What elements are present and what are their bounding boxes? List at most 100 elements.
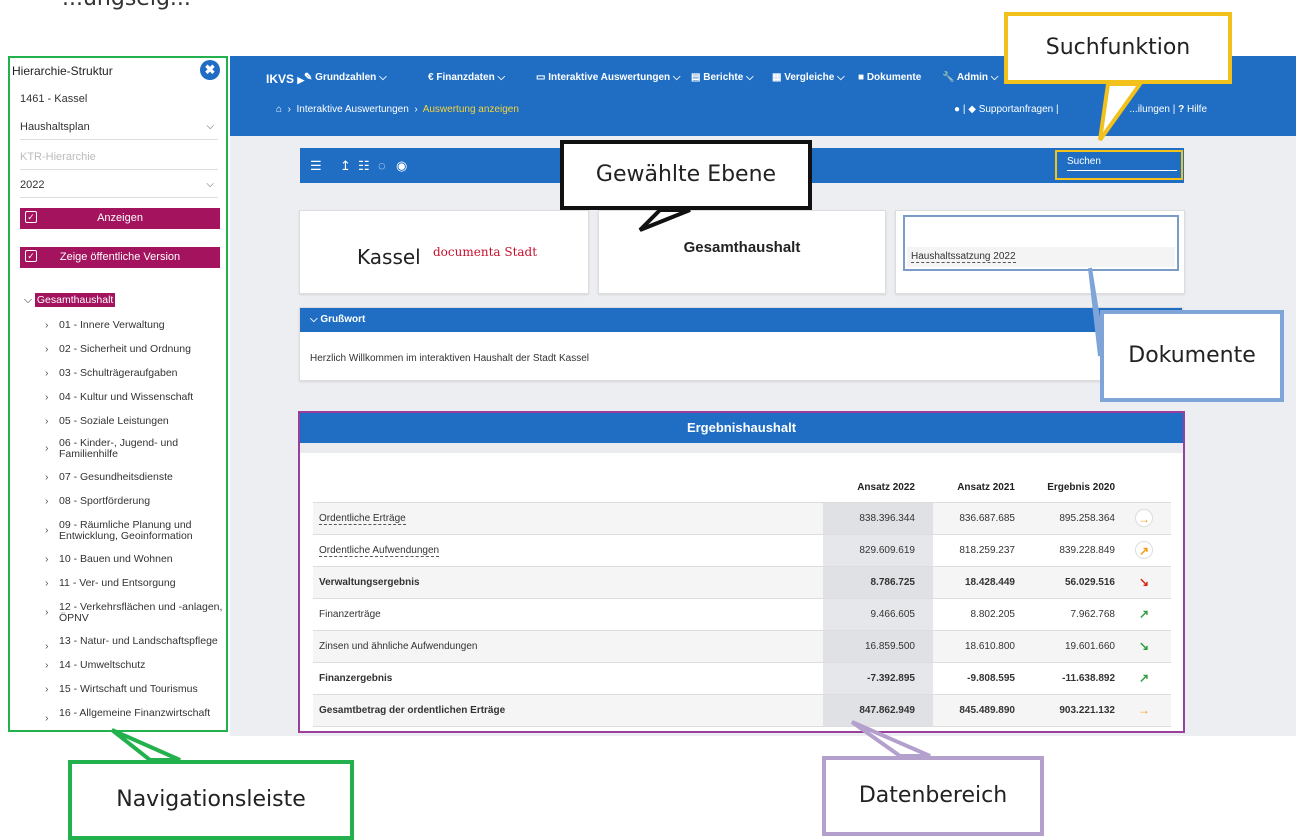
chevron-right-icon: › (45, 367, 49, 379)
value-ansatz-2022: 16.859.500 (823, 630, 933, 663)
help-icon: ? (1178, 104, 1185, 115)
value-ansatz-2021: 836.687.685 (933, 502, 1033, 535)
support-link[interactable]: Supportanfragen (979, 104, 1054, 115)
search-input[interactable]: Suchen (1067, 156, 1177, 171)
trend-cell: → (1133, 502, 1171, 535)
year-select[interactable]: 2022 ⌵ (20, 172, 218, 198)
list-icon[interactable]: ☷ (358, 158, 370, 174)
chevron-right-icon: › (45, 683, 49, 695)
trend-arrow-icon[interactable]: ↗ (1135, 541, 1153, 559)
chevron-right-icon: › (45, 577, 49, 589)
close-icon[interactable]: ✖ (200, 60, 220, 80)
table-row: Finanzerträge 9.466.605 8.802.205 7.962.768… (313, 598, 1171, 631)
header-links: ● | ◆ Supportanfragen | ...ilungen | ? H… (954, 104, 1208, 115)
value-ergebnis-2020: 7.962.768 (1033, 598, 1133, 631)
menu-vergleiche[interactable]: ▦ Vergleiche ⌵ (772, 72, 845, 83)
search-box[interactable]: Suchen (1055, 150, 1183, 180)
tree-root[interactable]: ⌵ Gesamthaushalt (24, 293, 116, 307)
city-card: Kassel documenta Stadt (299, 210, 589, 294)
chevron-down-icon: ⌵ (310, 314, 321, 325)
show-button[interactable]: ✓ Anzeigen (20, 208, 220, 229)
ktr-hierarchy-input[interactable]: KTR-Hierarchie (20, 144, 218, 170)
row-label: Zinsen und ähnliche Aufwendungen (313, 630, 823, 663)
trend-cell: ↘ (1133, 630, 1171, 663)
value-ansatz-2021: 18.610.800 (933, 630, 1033, 663)
plan-select[interactable]: Haushaltsplan ⌵ (20, 114, 218, 140)
value-ansatz-2021: -9.808.595 (933, 662, 1033, 695)
chevron-down-icon: ⌵ (24, 294, 35, 306)
menu-berichte[interactable]: ▤ Berichte ⌵ (691, 72, 754, 83)
results-panel: Ergebnishaushalt Ansatz 2022 Ansatz 2021… (298, 411, 1185, 733)
folder-icon: ■ (858, 72, 867, 83)
table-row: Finanzergebnis -7.392.895 -9.808.595 -11.63… (313, 662, 1171, 695)
trend-cell: ↗ (1133, 534, 1171, 567)
table-row: Gesamtbetrag der ordentlichen Erträge 847… (313, 694, 1171, 727)
tree-item-label: 13 - Natur- und Landschaftspflege (59, 635, 218, 647)
table-icon: ▦ (772, 72, 785, 83)
table-header-row: Ansatz 2022 Ansatz 2021 Ergebnis 2020 (313, 474, 1171, 503)
selected-level: Gesamthaushalt (683, 239, 801, 256)
documents-box: Haushaltssatzung 2022 (903, 215, 1179, 271)
nav-title: Hierarchie-Struktur (12, 64, 113, 78)
help-link[interactable]: Hilfe (1187, 104, 1207, 115)
breadcrumb-auswertungen[interactable]: Interaktive Auswertungen (297, 104, 409, 115)
row-label[interactable]: Ordentliche Erträge (313, 502, 823, 535)
menu-dokumente[interactable]: ■ Dokumente (858, 72, 921, 83)
row-label[interactable]: Ordentliche Aufwendungen (313, 534, 823, 567)
row-label: Finanzerträge (313, 598, 823, 631)
tree-item-label: 02 - Sicherheit und Ordnung (59, 343, 191, 355)
city-tagline: documenta Stadt (433, 245, 538, 259)
row-label: Verwaltungsergebnis (313, 566, 823, 599)
callout-search: Suchfunktion (1004, 12, 1232, 84)
value-ergebnis-2020: 903.221.132 (1033, 694, 1133, 727)
value-ergebnis-2020: 839.228.849 (1033, 534, 1133, 567)
app-logo[interactable]: IKVS ▶ (266, 72, 304, 86)
menu-icon[interactable]: ☰ (310, 158, 322, 174)
chevron-right-icon: › (45, 442, 49, 454)
tree-item-label: 01 - Innere Verwaltung (59, 319, 165, 331)
menu-grundzahlen[interactable]: ✎ Grundzahlen ⌵ (304, 72, 387, 83)
table-header-col: Ansatz 2022 (823, 474, 933, 503)
public-version-button[interactable]: ✓ Zeige öffentliche Version (20, 247, 220, 268)
document-link[interactable]: Haushaltssatzung 2022 (907, 247, 1175, 267)
value-ansatz-2021: 818.259.237 (933, 534, 1033, 567)
trend-arrow-icon[interactable]: → (1135, 509, 1153, 527)
table-row[interactable]: Ordentliche Erträge 838.396.344 836.687.68… (313, 502, 1171, 535)
monitor-icon: ▭ (536, 72, 549, 83)
chevron-right-icon: › (45, 606, 49, 618)
eye-icon[interactable]: ◉ (396, 158, 407, 174)
trend-arrow-icon: → (1138, 703, 1150, 717)
trend-arrow-icon: ↘ (1138, 575, 1150, 589)
chevron-right-icon: › (45, 712, 49, 724)
checkbox-icon: ✓ (25, 211, 37, 223)
level-up-icon[interactable]: ↥ (340, 158, 351, 174)
results-table: Ansatz 2022 Ansatz 2021 Ergebnis 2020 Or… (313, 474, 1171, 727)
comment-icon[interactable]: ● (954, 104, 960, 115)
edit-icon: ✎ (304, 72, 316, 83)
table-row[interactable]: Ordentliche Aufwendungen 829.609.619 818.2… (313, 534, 1171, 567)
menu-admin[interactable]: 🔧 Admin ⌵ (942, 72, 998, 83)
chevron-right-icon: › (45, 524, 49, 536)
table-header-trend (1133, 474, 1171, 503)
comments-icon[interactable]: ◌ (378, 158, 386, 173)
chevron-right-icon: › (45, 495, 49, 507)
value-ansatz-2022: 847.862.949 (823, 694, 933, 727)
menu-finanzdaten[interactable]: € Finanzdaten ⌵ (428, 72, 505, 83)
trend-cell: ↗ (1133, 662, 1171, 695)
document-icon: ▤ (691, 72, 704, 83)
value-ansatz-2022: -7.392.895 (823, 662, 933, 695)
chevron-right-icon: › (45, 415, 49, 427)
trend-cell: ↗ (1133, 598, 1171, 631)
chevron-right-icon: › (45, 553, 49, 565)
callout-documents: Dokumente (1100, 310, 1284, 402)
value-ansatz-2021: 845.489.890 (933, 694, 1033, 727)
greeting-header[interactable]: ⌵ Grußwort (300, 308, 1182, 332)
menu-interaktive-auswertungen[interactable]: ▭ Interaktive Auswertungen ⌵ (536, 72, 680, 83)
home-icon[interactable]: ⌂ (276, 104, 282, 115)
level-card: Gesamthaushalt (598, 210, 886, 294)
messages-link[interactable]: ...ilungen (1061, 104, 1170, 115)
value-ansatz-2022: 838.396.344 (823, 502, 933, 535)
tree-item-label: 16 - Allgemeine Finanzwirtschaft (59, 707, 211, 719)
table-header-col: Ansatz 2021 (933, 474, 1033, 503)
value-ansatz-2021: 8.802.205 (933, 598, 1033, 631)
